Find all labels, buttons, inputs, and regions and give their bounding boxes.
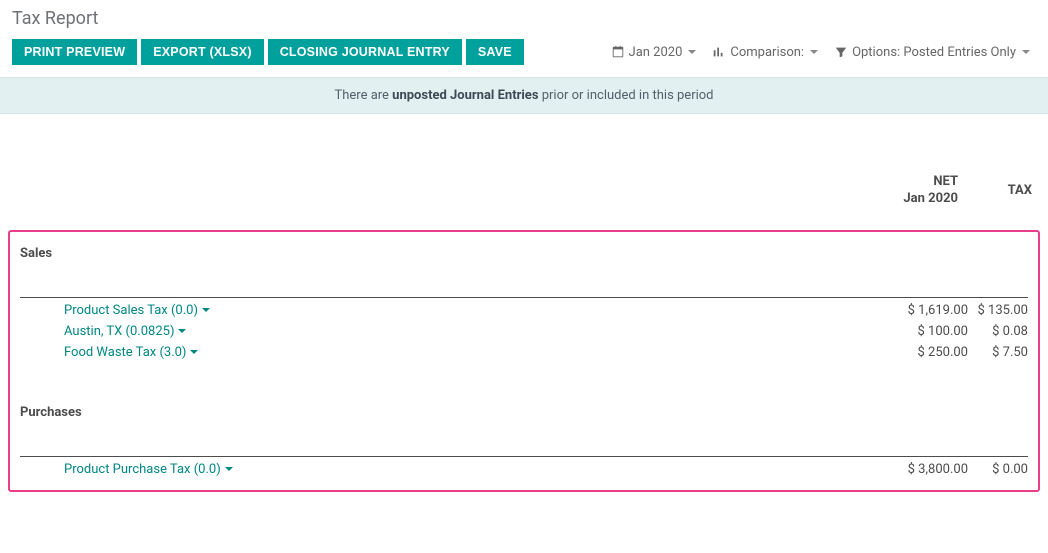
report-area: NET Jan 2020 TAX Sales Product Sales Tax … bbox=[0, 114, 1048, 492]
section-rule bbox=[20, 297, 1028, 298]
caret-down-icon bbox=[202, 308, 210, 312]
date-filter-label: Jan 2020 bbox=[629, 45, 683, 60]
row-tax: $ 0.00 bbox=[968, 462, 1028, 477]
net-period: Jan 2020 bbox=[868, 191, 958, 208]
row-tax: $ 135.00 bbox=[968, 303, 1028, 318]
options-filter-label: Options: Posted Entries Only bbox=[852, 45, 1016, 60]
save-button[interactable]: SAVE bbox=[466, 39, 524, 65]
table-row: Food Waste Tax (3.0) $ 250.00$ 7.50 bbox=[10, 342, 1038, 363]
caret-down-icon bbox=[225, 467, 233, 471]
action-buttons: PRINT PREVIEW EXPORT (XLSX) CLOSING JOUR… bbox=[12, 39, 524, 65]
filter-icon bbox=[834, 45, 848, 59]
comparison-filter-label: Comparison: bbox=[730, 45, 804, 60]
export-xlsx-button[interactable]: EXPORT (XLSX) bbox=[141, 39, 263, 65]
row-net: $ 3,800.00 bbox=[878, 462, 968, 477]
caret-down-icon bbox=[190, 350, 198, 354]
info-bar-suffix: prior or included in this period bbox=[539, 88, 714, 103]
row-label-link[interactable]: Product Purchase Tax (0.0) bbox=[20, 462, 233, 477]
row-tax: $ 7.50 bbox=[968, 345, 1028, 360]
info-bar: There are unposted Journal Entries prior… bbox=[0, 77, 1048, 114]
caret-down-icon bbox=[178, 329, 186, 333]
section-rule bbox=[20, 456, 1028, 457]
row-label-link[interactable]: Austin, TX (0.0825) bbox=[20, 324, 186, 339]
column-headers: NET Jan 2020 TAX bbox=[2, 114, 1046, 226]
options-filter[interactable]: Options: Posted Entries Only bbox=[828, 41, 1036, 64]
page-title: Tax Report bbox=[0, 0, 1048, 33]
date-filter[interactable]: Jan 2020 bbox=[605, 41, 703, 64]
toolbar: PRINT PREVIEW EXPORT (XLSX) CLOSING JOUR… bbox=[0, 33, 1048, 77]
caret-down-icon bbox=[1022, 50, 1030, 54]
net-column-header: NET Jan 2020 bbox=[868, 174, 958, 208]
comparison-filter[interactable]: Comparison: bbox=[706, 41, 824, 64]
caret-down-icon bbox=[688, 50, 696, 54]
tax-column-header: TAX bbox=[978, 174, 1032, 208]
info-bar-bold: unposted Journal Entries bbox=[392, 88, 538, 103]
row-label-text: Product Purchase Tax (0.0) bbox=[64, 462, 221, 477]
table-row: Austin, TX (0.0825) $ 100.00$ 0.08 bbox=[10, 321, 1038, 342]
table-row: Product Purchase Tax (0.0) $ 3,800.00$ 0.… bbox=[10, 459, 1038, 480]
print-preview-button[interactable]: PRINT PREVIEW bbox=[12, 39, 137, 65]
caret-down-icon bbox=[810, 50, 818, 54]
net-label: NET bbox=[868, 174, 958, 191]
row-label-text: Austin, TX (0.0825) bbox=[64, 324, 174, 339]
row-label-text: Product Sales Tax (0.0) bbox=[64, 303, 198, 318]
row-label-link[interactable]: Product Sales Tax (0.0) bbox=[20, 303, 210, 318]
row-label-link[interactable]: Food Waste Tax (3.0) bbox=[20, 345, 198, 360]
highlight-box: SalesProduct Sales Tax (0.0)$ 1,619.00$ … bbox=[8, 230, 1040, 492]
closing-journal-entry-button[interactable]: CLOSING JOURNAL ENTRY bbox=[268, 39, 462, 65]
section-title: Purchases bbox=[10, 397, 1038, 424]
calendar-icon bbox=[611, 45, 625, 59]
row-net: $ 100.00 bbox=[878, 324, 968, 339]
section-title: Sales bbox=[10, 238, 1038, 265]
info-bar-prefix: There are bbox=[334, 88, 392, 103]
row-net: $ 1,619.00 bbox=[878, 303, 968, 318]
bar-chart-icon bbox=[712, 45, 726, 59]
row-net: $ 250.00 bbox=[878, 345, 968, 360]
row-tax: $ 0.08 bbox=[968, 324, 1028, 339]
row-label-text: Food Waste Tax (3.0) bbox=[64, 345, 186, 360]
table-row: Product Sales Tax (0.0) $ 1,619.00$ 135.0… bbox=[10, 300, 1038, 321]
